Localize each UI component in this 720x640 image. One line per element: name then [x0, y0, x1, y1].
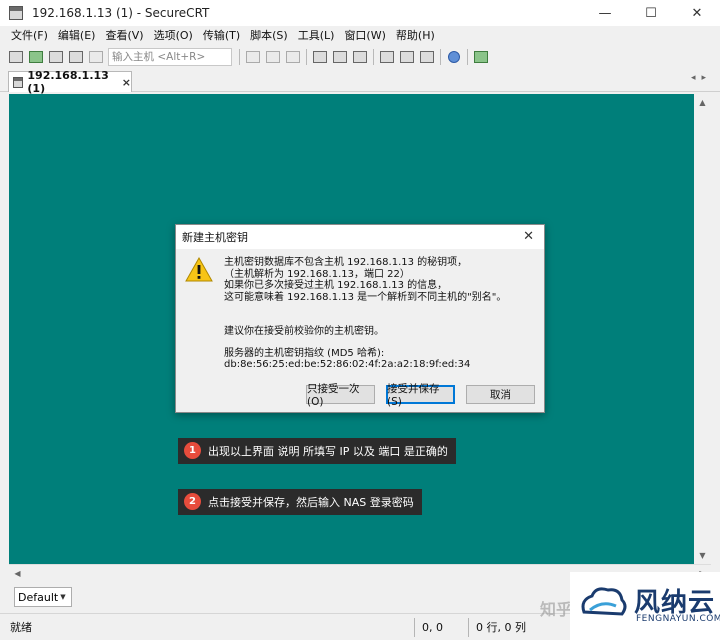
annotation-text: 出现以上界面 说明 所填写 IP 以及 端口 是正确的 — [208, 445, 448, 458]
status-divider — [414, 618, 415, 637]
toolbar: 输入主机 <Alt+R> — [0, 46, 720, 68]
tab-close-icon[interactable]: × — [122, 76, 131, 89]
annotation-note-1: 1 出现以上界面 说明 所填写 IP 以及 端口 是正确的 — [178, 438, 456, 464]
print-setup-icon[interactable] — [330, 48, 350, 66]
menu-tools[interactable]: 工具(L) — [293, 26, 340, 46]
print-icon[interactable] — [310, 48, 330, 66]
scroll-up-icon[interactable]: ▲ — [694, 94, 711, 111]
connect-icon[interactable] — [6, 48, 26, 66]
reconnect-icon[interactable] — [66, 48, 86, 66]
toolbar-divider — [440, 49, 441, 65]
tab-session[interactable]: 192.168.1.13 (1) × — [8, 69, 132, 95]
fengnayun-logo: 风纳云 FENGNAYUN.COM — [570, 572, 720, 640]
session-options-icon[interactable] — [350, 48, 370, 66]
tab-nav-arrows-icon[interactable]: ◂▸ — [691, 73, 712, 83]
annotation-number-badge: 1 — [184, 442, 201, 459]
session-select[interactable]: Default ▼ — [14, 587, 72, 607]
menu-help[interactable]: 帮助(H) — [391, 26, 440, 46]
annotation-text: 点击接受并保存，然后输入 NAS 登录密码 — [208, 496, 414, 509]
warning-icon — [185, 257, 213, 282]
message-line: 这可能意味着 192.168.1.13 是一个解析到不同主机的"别名"。 — [224, 291, 507, 303]
quick-connect-icon[interactable] — [26, 48, 46, 66]
message-line: （主机解析为 192.168.1.13，端口 22） — [224, 268, 410, 280]
fingerprint-label: 服务器的主机密钥指纹 (MD5 哈希): — [224, 347, 385, 359]
minimize-button[interactable]: — — [582, 0, 628, 26]
disconnect-icon[interactable] — [86, 48, 106, 66]
quick-connect-input[interactable]: 输入主机 <Alt+R> — [108, 48, 232, 66]
menu-bar: 文件(F) 编辑(E) 查看(V) 选项(O) 传输(T) 脚本(S) 工具(L… — [0, 26, 720, 46]
accept-and-save-button[interactable]: 接受并保存(S) — [386, 383, 455, 408]
vertical-scrollbar[interactable]: ▲ ▼ — [694, 94, 711, 564]
cloud-logo-icon — [581, 587, 627, 616]
session-tab-bar: 192.168.1.13 (1) × ◂▸ — [0, 68, 720, 95]
fingerprint-value: db:8e:56:25:ed:be:52:86:02:4f:2a:a2:18:9… — [224, 359, 471, 370]
find-icon[interactable] — [283, 48, 303, 66]
menu-transfer[interactable]: 传输(T) — [198, 26, 245, 46]
securecrt-app-icon — [9, 6, 23, 20]
status-row-col: 0 行, 0 列 — [476, 621, 526, 634]
cancel-button[interactable]: 取消 — [466, 385, 535, 404]
sftp-icon[interactable] — [377, 48, 397, 66]
status-divider — [468, 618, 469, 637]
window-title: 192.168.1.13 (1) - SecureCRT — [32, 6, 210, 20]
copy-icon[interactable] — [243, 48, 263, 66]
new-host-key-dialog: 新建主机密钥 ✕ 主机密钥数据库不包含主机 192.168.1.13 的秘钥项，… — [175, 224, 545, 413]
toolbar-divider — [373, 49, 374, 65]
toolbar-divider — [239, 49, 240, 65]
window-titlebar: 192.168.1.13 (1) - SecureCRT — ☐ ✕ — [0, 0, 720, 26]
zhihu-watermark: 知乎 — [540, 600, 573, 619]
window-controls: — ☐ ✕ — [582, 0, 720, 26]
tab-label: 192.168.1.13 (1) — [27, 69, 109, 95]
chevron-down-icon[interactable]: ▼ — [56, 589, 70, 605]
annotation-note-2: 2 点击接受并保存，然后输入 NAS 登录密码 — [178, 489, 422, 515]
session-select-value: Default — [18, 590, 59, 604]
status-cursor-position: 0, 0 — [422, 621, 443, 634]
menu-view[interactable]: 查看(V) — [100, 26, 148, 46]
accept-once-button[interactable]: 只接受一次(O) — [306, 383, 375, 408]
scroll-left-icon[interactable]: ◀ — [9, 565, 26, 582]
close-window-button[interactable]: ✕ — [674, 0, 720, 26]
message-line: 如果你已多次接受过主机 192.168.1.13 的信息， — [224, 280, 448, 291]
paste-icon[interactable] — [263, 48, 283, 66]
dialog-message: 主机密钥数据库不包含主机 192.168.1.13 的秘钥项， （主机解析为 1… — [224, 257, 534, 371]
toolbar-divider — [467, 49, 468, 65]
menu-options[interactable]: 选项(O) — [149, 26, 198, 46]
tools-icon[interactable] — [397, 48, 417, 66]
help-icon[interactable] — [444, 48, 464, 66]
message-line: 主机密钥数据库不包含主机 192.168.1.13 的秘钥项， — [224, 257, 468, 268]
screenshot-icon[interactable] — [471, 48, 491, 66]
brand-domain: FENGNAYUN.COM — [636, 614, 720, 624]
connect-in-tab-icon[interactable] — [46, 48, 66, 66]
annotation-number-badge: 2 — [184, 493, 201, 510]
dialog-titlebar: 新建主机密钥 ✕ — [176, 225, 544, 249]
keymap-icon[interactable] — [417, 48, 437, 66]
maximize-button[interactable]: ☐ — [628, 0, 674, 26]
status-ready: 就绪 — [10, 621, 32, 634]
terminal-icon — [13, 76, 24, 88]
menu-window[interactable]: 窗口(W) — [339, 26, 390, 46]
dialog-title: 新建主机密钥 — [182, 231, 248, 244]
verify-advice: 建议你在接受前校验你的主机密钥。 — [224, 326, 384, 337]
menu-edit[interactable]: 编辑(E) — [53, 26, 101, 46]
menu-file[interactable]: 文件(F) — [6, 26, 53, 46]
menu-script[interactable]: 脚本(S) — [245, 26, 293, 46]
dialog-close-icon[interactable]: ✕ — [523, 229, 534, 244]
toolbar-divider — [306, 49, 307, 65]
scroll-down-icon[interactable]: ▼ — [694, 547, 711, 564]
dialog-button-row: 只接受一次(O) 接受并保存(S) 取消 — [176, 383, 546, 408]
